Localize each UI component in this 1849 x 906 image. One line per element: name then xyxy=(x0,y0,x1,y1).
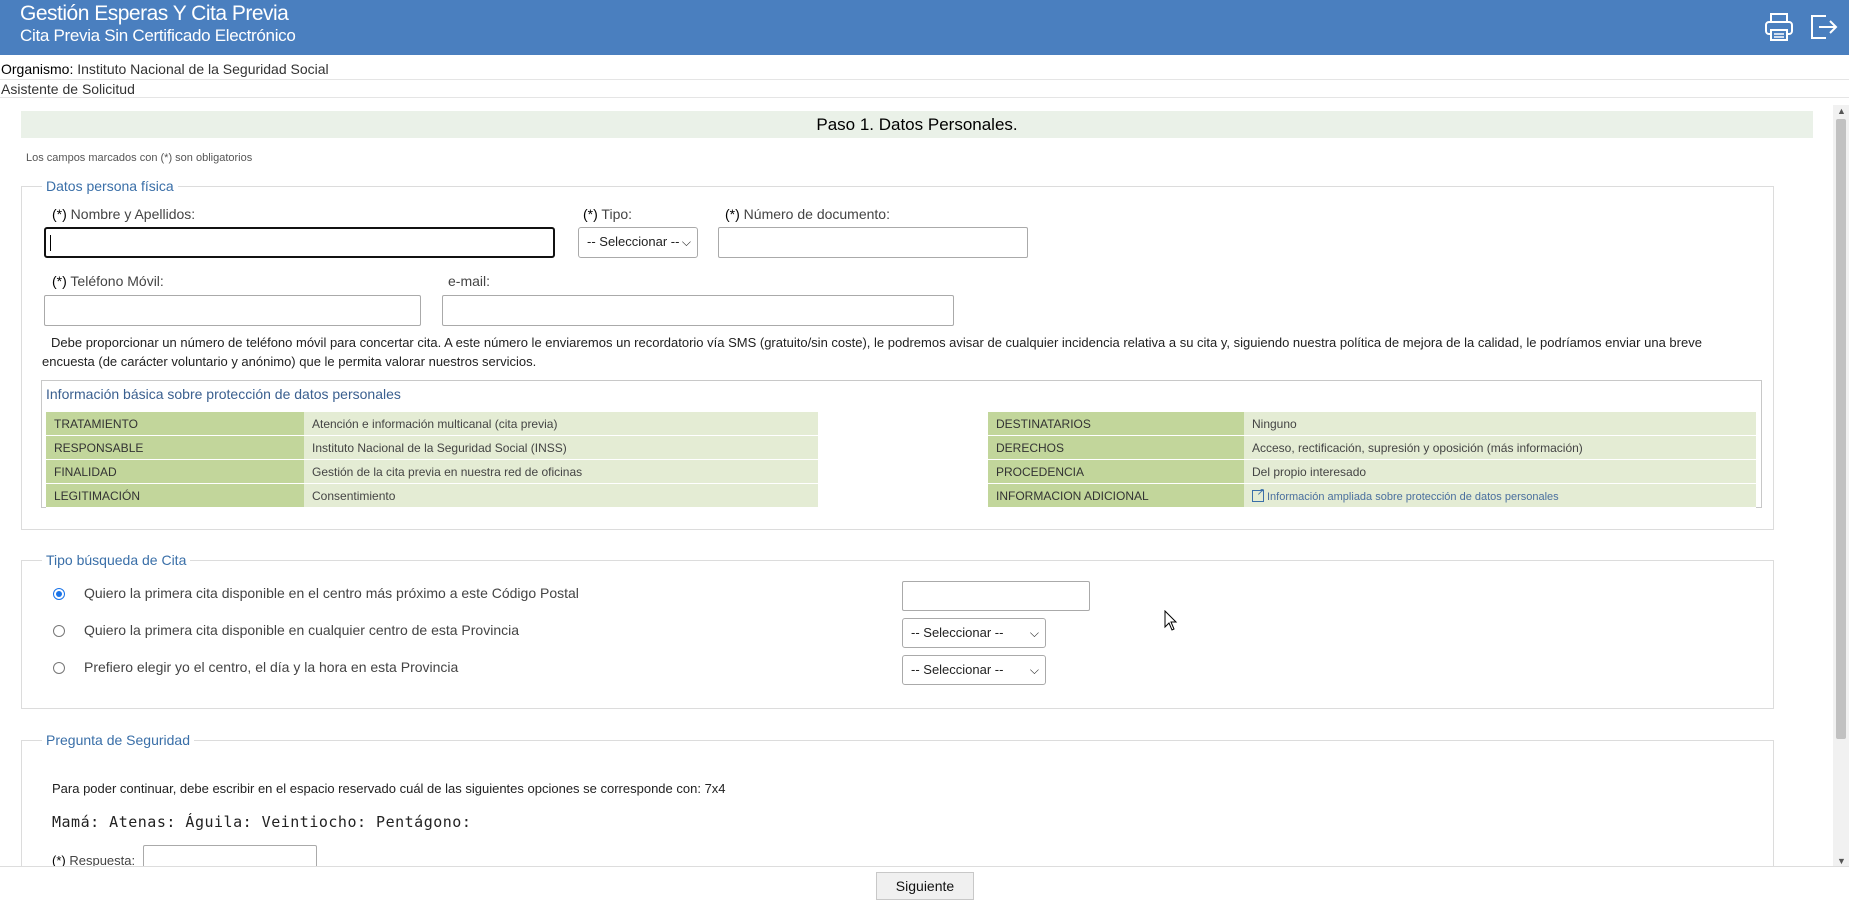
nombre-input[interactable] xyxy=(44,227,555,258)
app-subtitle: Cita Previa Sin Certificado Electrónico xyxy=(20,26,296,45)
radio-provincia[interactable] xyxy=(53,625,65,637)
email-label: e-mail: xyxy=(448,273,491,289)
option-codigo-postal-label[interactable]: Quiero la primera cita disponible en el … xyxy=(84,585,579,601)
printer-icon[interactable] xyxy=(1762,10,1796,44)
email-input[interactable] xyxy=(442,295,954,326)
external-link-icon: ↗ xyxy=(1252,487,1265,502)
table-row: FINALIDAD Gestión de la cita previa en nu… xyxy=(46,459,1756,484)
respuesta-label: (*) Respuesta: xyxy=(52,853,136,866)
gdpr-table: TRATAMIENTO Atención e información multic… xyxy=(46,412,1756,508)
siguiente-button[interactable]: Siguiente xyxy=(876,872,974,900)
sms-note: Debe proporcionar un número de teléfono … xyxy=(42,335,1702,369)
derechos-link[interactable]: Acceso, rectificación, supresión y oposi… xyxy=(1244,435,1756,460)
seguridad-question: Para poder continuar, debe escribir en e… xyxy=(52,781,726,796)
telefono-label: (*) Teléfono Móvil: xyxy=(52,273,164,289)
scroll-down-icon[interactable]: ▼ xyxy=(1837,856,1846,866)
organismo-value: Instituto Nacional de la Seguridad Socia… xyxy=(77,61,329,77)
scrollbar-thumb[interactable] xyxy=(1836,119,1846,739)
asistente-label: Asistente de Solicitud xyxy=(1,81,135,97)
app-title: Gestión Esperas Y Cita Previa xyxy=(20,2,289,25)
form-scroll-area: Paso 1. Datos Personales. Los campos mar… xyxy=(0,100,1832,866)
provincia-select[interactable]: -- Seleccionar -- ⌵ xyxy=(902,618,1046,648)
info-ampliada-link[interactable]: Información ampliada sobre protección de… xyxy=(1267,491,1559,503)
busqueda-legend: Tipo búsqueda de Cita xyxy=(42,552,191,568)
option-elegir-centro-label[interactable]: Prefiero elegir yo el centro, el día y l… xyxy=(84,659,458,675)
radio-codigo-postal[interactable] xyxy=(53,588,65,600)
vertical-scrollbar[interactable]: ▲ ▼ xyxy=(1833,105,1849,867)
text-caret xyxy=(50,235,51,251)
mouse-cursor-icon xyxy=(1164,610,1178,631)
elegir-provincia-select[interactable]: -- Seleccionar -- ⌵ xyxy=(902,655,1046,685)
app-header: Gestión Esperas Y Cita Previa Cita Previ… xyxy=(0,0,1849,55)
codigo-postal-input[interactable] xyxy=(902,581,1090,611)
organismo-line: Organismo: Instituto Nacional de la Segu… xyxy=(1,61,329,77)
table-row: TRATAMIENTO Atención e información multic… xyxy=(46,412,1756,436)
radio-elegir-centro[interactable] xyxy=(53,662,65,674)
footer-bar: Siguiente xyxy=(0,866,1849,906)
divider xyxy=(0,97,1849,98)
tipo-select[interactable]: -- Seleccionar -- ⌵ xyxy=(578,227,698,258)
chevron-down-icon: ⌵ xyxy=(1029,663,1039,677)
tipo-label: (*) Tipo: xyxy=(583,206,633,222)
required-note: Los campos marcados con (*) son obligato… xyxy=(26,152,253,164)
table-row: LEGITIMACIÓN Consentimiento INFORMACION A… xyxy=(46,483,1756,508)
documento-label: (*) Número de documento: xyxy=(725,206,890,222)
gdpr-title: Información básica sobre protección de d… xyxy=(46,386,401,402)
nombre-label: (*) Nombre y Apellidos: xyxy=(52,206,196,222)
table-row: RESPONSABLE Instituto Nacional de la Segu… xyxy=(46,435,1756,460)
seguridad-legend: Pregunta de Seguridad xyxy=(42,732,194,748)
telefono-input[interactable] xyxy=(44,295,421,326)
captcha-words: Mamá: Atenas: Águila: Veintiocho: Pentág… xyxy=(52,813,472,831)
organismo-label: Organismo: xyxy=(1,61,74,77)
respuesta-input[interactable] xyxy=(143,845,317,866)
divider xyxy=(0,79,1849,80)
chevron-down-icon: ⌵ xyxy=(681,235,691,249)
logout-icon[interactable] xyxy=(1806,10,1840,44)
chevron-down-icon: ⌵ xyxy=(1029,626,1039,640)
info-adicional-cell: ↗ Información ampliada sobre protección … xyxy=(1244,483,1756,508)
step-title: Paso 1. Datos Personales. xyxy=(21,111,1813,138)
documento-input[interactable] xyxy=(718,227,1028,258)
option-provincia-label[interactable]: Quiero la primera cita disponible en cua… xyxy=(84,622,519,638)
scroll-up-icon[interactable]: ▲ xyxy=(1837,106,1846,116)
persona-legend: Datos persona física xyxy=(42,178,178,194)
